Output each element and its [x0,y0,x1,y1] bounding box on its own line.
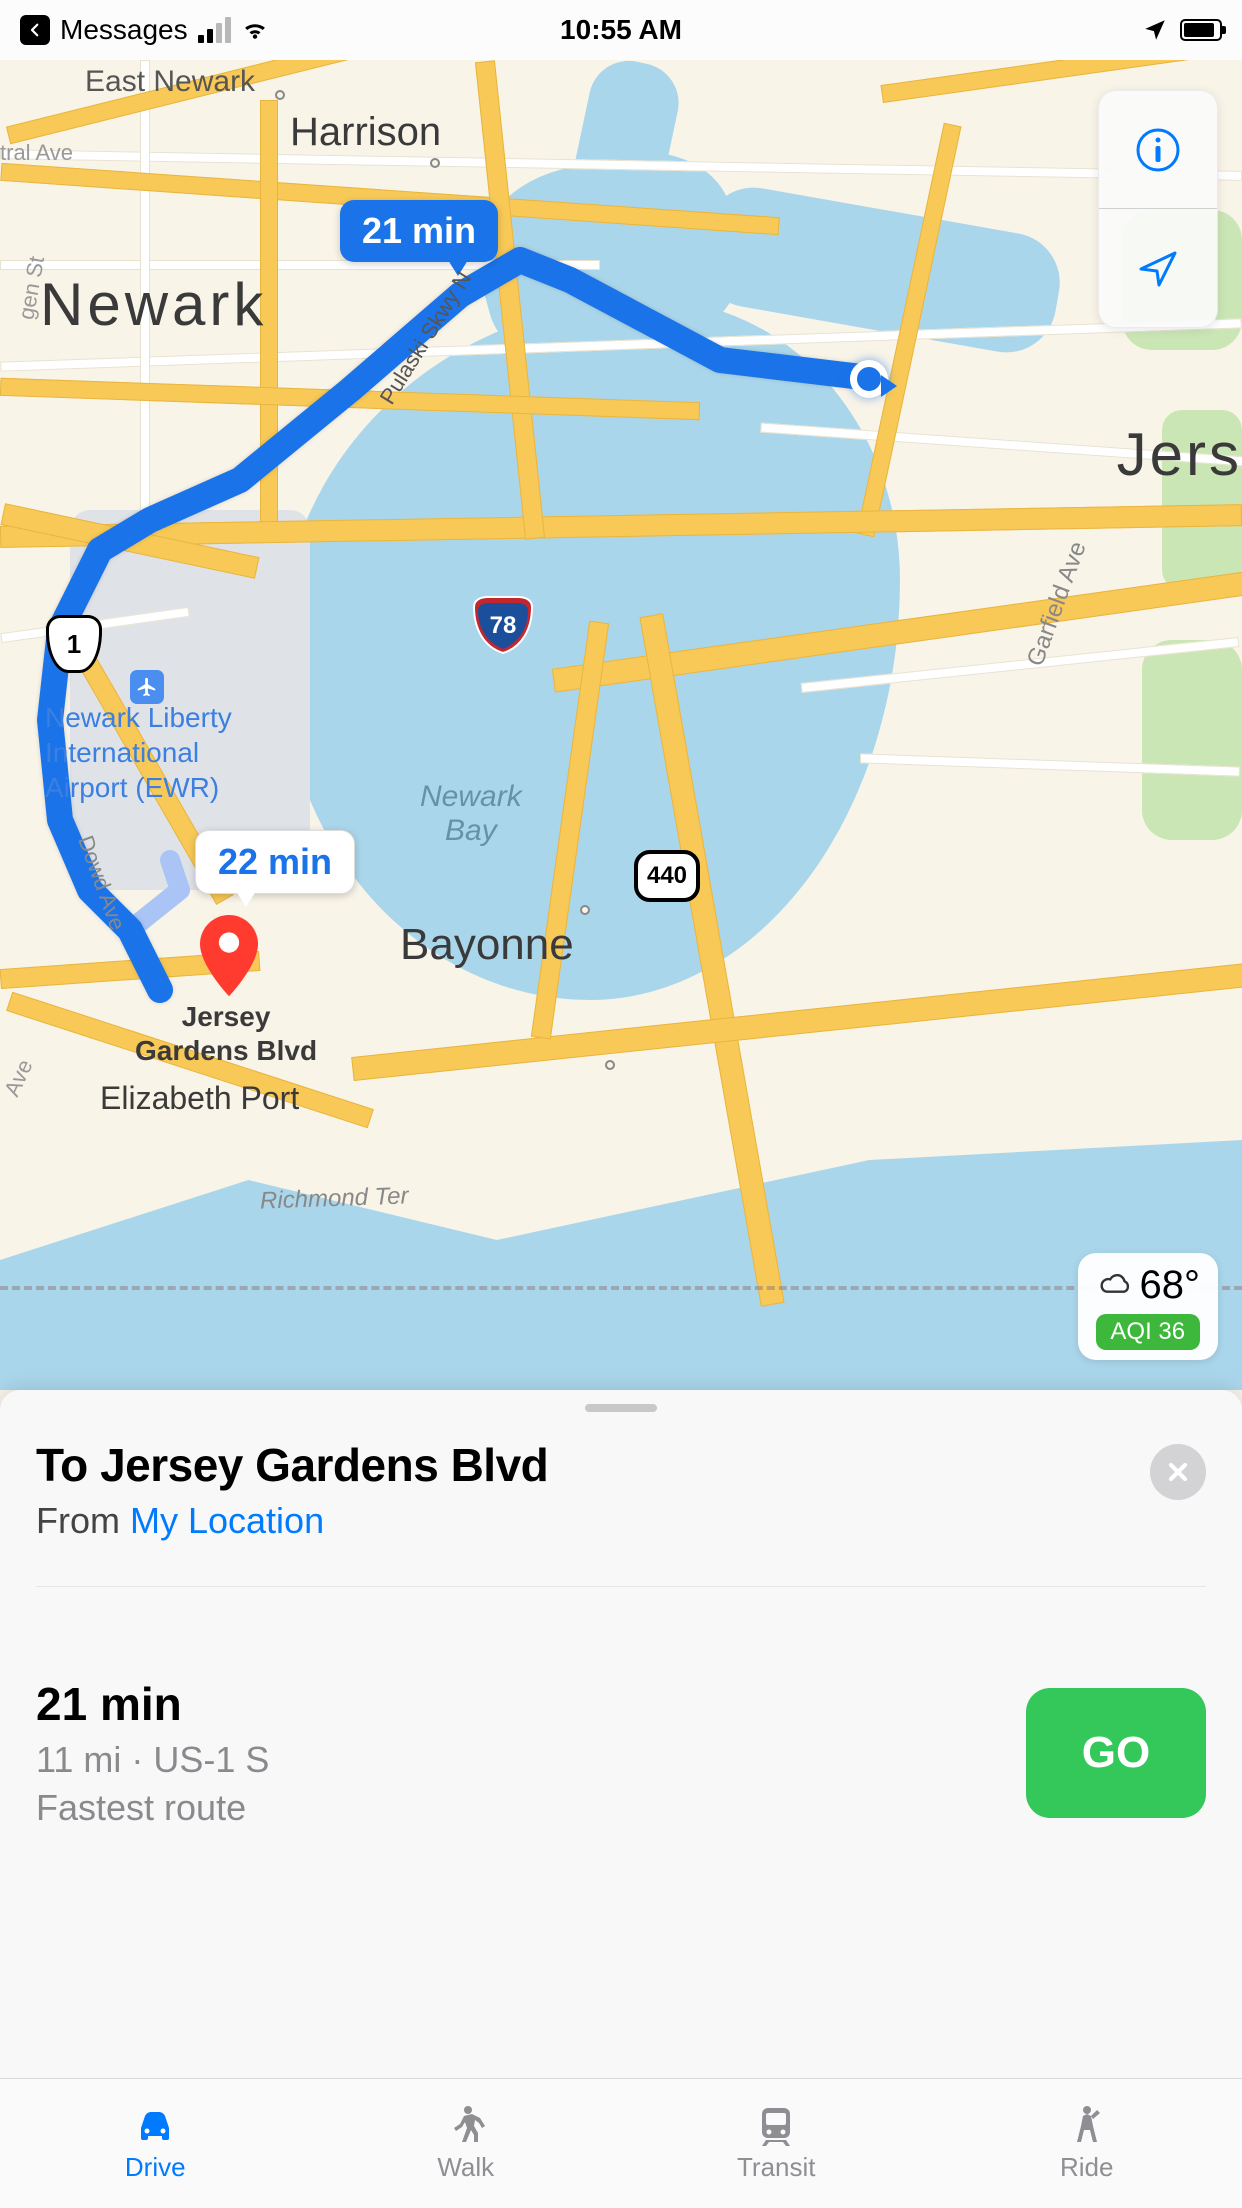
tab-label: Ride [1060,2152,1113,2183]
map-label-jersey-gardens: Jersey Gardens Blvd [135,1000,317,1067]
info-button[interactable] [1099,91,1217,209]
go-label: GO [1082,1728,1150,1778]
highway-shield-i78: 78 [472,595,534,655]
tab-drive[interactable]: Drive [0,2079,311,2208]
cellular-signal-icon [198,17,231,43]
temperature-value: 68° [1140,1263,1201,1308]
directions-sheet[interactable]: To Jersey Gardens Blvd From My Location … [0,1390,1242,2208]
close-button[interactable] [1150,1444,1206,1500]
sheet-header: To Jersey Gardens Blvd From My Location [36,1438,1206,1587]
transit-icon [752,2104,800,2146]
tab-label: Walk [437,2152,494,2183]
destination-title: To Jersey Gardens Blvd [36,1438,548,1492]
map-canvas[interactable]: 21 min 22 min Newark Harrison East Newar… [0,60,1242,1390]
tab-label: Transit [737,2152,816,2183]
battery-icon [1180,19,1222,41]
destination-pin-icon[interactable] [200,915,258,973]
from-location-link[interactable]: My Location [130,1500,324,1541]
highway-shield-440: 440 [634,850,700,902]
tab-label: Drive [125,2152,186,2183]
location-services-icon [1142,17,1168,43]
ride-icon [1063,2104,1111,2146]
route-time-callout-primary[interactable]: 21 min [340,200,498,262]
cloud-icon [1096,1271,1134,1301]
route-summary: 21 min 11 mi · US-1 S Fastest route GO [36,1677,1206,1829]
map-label-richmond: Richmond Ter [260,1182,409,1215]
tab-ride[interactable]: Ride [932,2079,1242,2208]
route-note: Fastest route [36,1787,269,1829]
status-time: 10:55 AM [560,14,682,46]
route-distance-via: 11 mi · US-1 S [36,1739,269,1781]
map-label-bayonne: Bayonne [400,920,574,970]
map-label-newark-bay: Newark Bay [420,780,522,848]
status-left: Messages [20,14,269,46]
aqi-badge: AQI 36 [1096,1314,1201,1350]
map-label-east-newark: East Newark [85,65,255,99]
go-button[interactable]: GO [1026,1688,1206,1818]
city-dot [580,905,590,915]
back-app-label[interactable]: Messages [60,14,188,46]
car-icon [131,2104,179,2146]
weather-badge[interactable]: 68° AQI 36 [1078,1253,1219,1360]
status-bar: Messages 10:55 AM [0,0,1242,60]
back-to-app-icon[interactable] [20,15,50,45]
map-label-jersey-city: Jers [1117,420,1242,489]
origin-line: From My Location [36,1500,548,1542]
recenter-button[interactable] [1099,209,1217,327]
svg-text:78: 78 [490,612,517,639]
current-location-dot[interactable] [850,360,888,398]
map-label-newark: Newark [40,270,267,339]
close-icon [1164,1458,1192,1486]
wifi-icon [241,19,269,41]
route-time-callout-alt[interactable]: 22 min [195,830,355,894]
sheet-grabber[interactable] [585,1404,657,1412]
walk-icon [442,2104,490,2146]
tab-walk[interactable]: Walk [311,2079,622,2208]
city-dot [605,1060,615,1070]
from-prefix: From [36,1500,130,1541]
map-label-harrison: Harrison [290,110,441,155]
city-dot [430,158,440,168]
map-label-airport[interactable]: Newark Liberty International Airport (EW… [45,700,232,805]
weather-temp: 68° [1096,1263,1201,1308]
map-controls [1098,90,1218,328]
airport-icon[interactable] [130,670,164,704]
status-right [1142,17,1222,43]
route-time: 21 min [36,1677,269,1731]
transport-tabbar: Drive Walk Transit Ride [0,2078,1242,2208]
city-dot [275,90,285,100]
tab-transit[interactable]: Transit [621,2079,932,2208]
map-label-tral: tral Ave [0,140,73,166]
map-label-elizabeth-port: Elizabeth Port [100,1080,299,1117]
